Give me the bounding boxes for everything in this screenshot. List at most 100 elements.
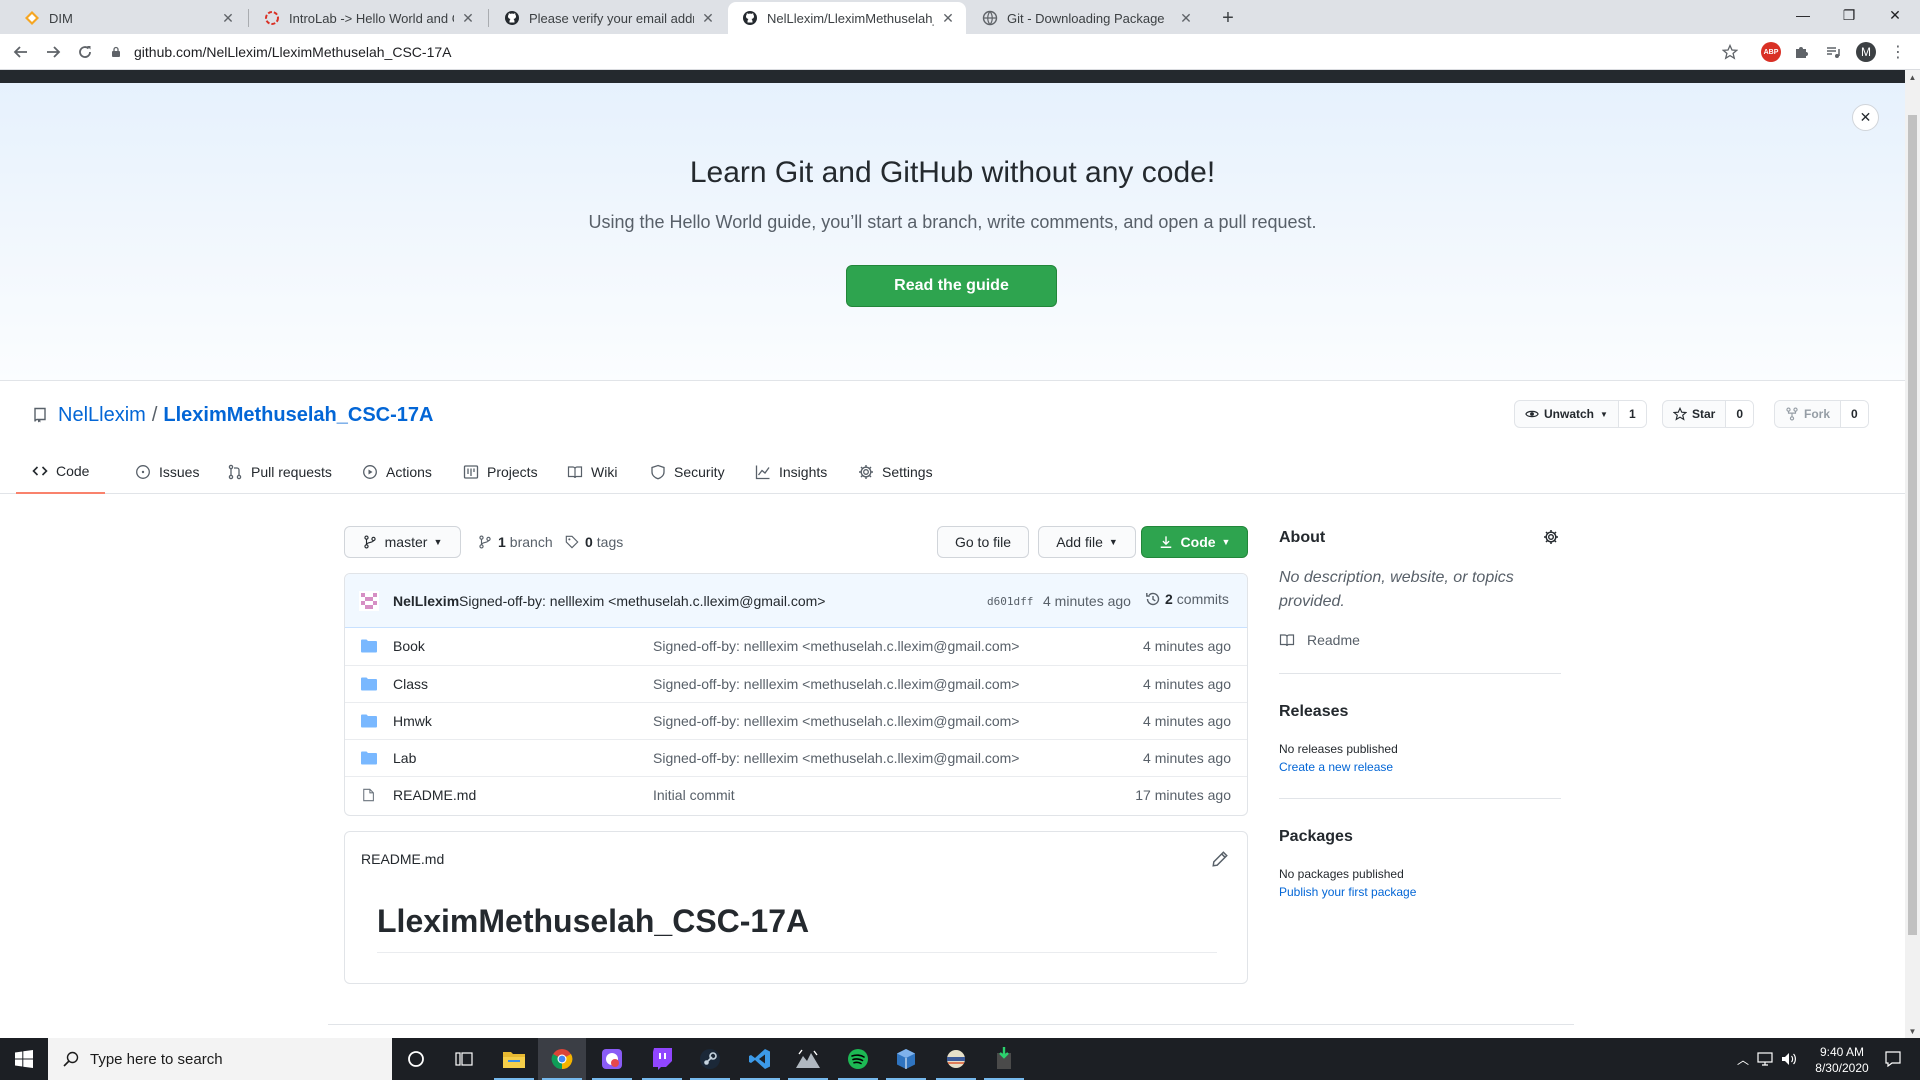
file-row[interactable]: Class Signed-off-by: nelllexim <methusel…: [345, 665, 1247, 702]
tab-pull-requests[interactable]: Pull requests: [227, 449, 332, 494]
repo-owner-link[interactable]: NelLlexim: [58, 404, 146, 427]
taskbar-app-virtualbox[interactable]: [882, 1038, 930, 1080]
pencil-icon[interactable]: [1211, 850, 1229, 868]
reload-button[interactable]: [70, 37, 100, 67]
cortana-button[interactable]: [392, 1038, 440, 1080]
browser-tab-introlab[interactable]: IntroLab -> Hello World and Git ✕: [250, 2, 486, 34]
releases-title[interactable]: Releases: [1279, 703, 1348, 721]
taskbar-app-tool[interactable]: [784, 1038, 832, 1080]
file-row[interactable]: Lab Signed-off-by: nelllexim <methuselah…: [345, 739, 1247, 776]
fork-action[interactable]: Fork: [1775, 401, 1840, 427]
forward-button[interactable]: [38, 37, 68, 67]
file-commit-message[interactable]: Signed-off-by: nelllexim <methuselah.c.l…: [653, 676, 1019, 692]
taskbar-app-chrome[interactable]: [538, 1038, 586, 1080]
taskbar-app-spotify[interactable]: [834, 1038, 882, 1080]
restore-button[interactable]: ❐: [1826, 0, 1872, 30]
star-button[interactable]: Star 0: [1662, 400, 1755, 428]
tab-projects[interactable]: Projects: [463, 449, 538, 494]
taskbar-app-installer[interactable]: [980, 1038, 1028, 1080]
file-name-link[interactable]: Hmwk: [393, 713, 432, 729]
taskbar-app-file-explorer[interactable]: [490, 1038, 538, 1080]
scroll-down-arrow-icon[interactable]: ▼: [1905, 1024, 1920, 1038]
tab-actions[interactable]: Actions: [362, 449, 432, 494]
file-commit-message[interactable]: Initial commit: [653, 787, 735, 803]
tags-link[interactable]: 0 tags: [565, 532, 623, 552]
taskbar-app-terminal[interactable]: [932, 1038, 980, 1080]
file-commit-message[interactable]: Signed-off-by: nelllexim <methuselah.c.l…: [653, 638, 1019, 654]
commits-history-link[interactable]: 2 commits: [1145, 591, 1229, 607]
fork-button[interactable]: Fork 0: [1774, 400, 1869, 428]
taskbar-app-game[interactable]: [588, 1038, 636, 1080]
watch-button[interactable]: Unwatch ▼ 1: [1514, 400, 1647, 428]
browser-tab-verify-email[interactable]: Please verify your email address ✕: [490, 2, 726, 34]
read-guide-button[interactable]: Read the guide: [846, 265, 1057, 307]
tab-security[interactable]: Security: [650, 449, 725, 494]
page-scrollbar[interactable]: ▲ ▼: [1905, 70, 1920, 1038]
commit-message-link[interactable]: Signed-off-by: nelllexim <methuselah.c.l…: [459, 593, 825, 609]
profile-avatar[interactable]: M: [1856, 42, 1876, 62]
scroll-thumb[interactable]: [1908, 115, 1917, 935]
new-tab-button[interactable]: +: [1214, 4, 1242, 32]
extensions-puzzle-icon[interactable]: [1791, 42, 1811, 62]
watch-count[interactable]: 1: [1617, 401, 1646, 427]
window-close-button[interactable]: ✕: [1872, 0, 1918, 30]
close-icon[interactable]: ✕: [700, 10, 716, 27]
file-row[interactable]: Book Signed-off-by: nelllexim <methusela…: [345, 628, 1247, 665]
tab-issues[interactable]: Issues: [135, 449, 199, 494]
star-count[interactable]: 0: [1725, 401, 1754, 427]
action-center-button[interactable]: [1878, 1038, 1908, 1080]
close-icon[interactable]: ✕: [460, 10, 476, 27]
task-view-button[interactable]: [440, 1038, 488, 1080]
publish-package-link[interactable]: Publish your first package: [1279, 885, 1416, 899]
taskbar-clock[interactable]: 9:40 AM 8/30/2020: [1806, 1044, 1878, 1076]
file-row[interactable]: Hmwk Signed-off-by: nelllexim <methusela…: [345, 702, 1247, 739]
file-name-link[interactable]: Lab: [393, 750, 416, 766]
minimize-button[interactable]: —: [1780, 0, 1826, 30]
code-download-button[interactable]: Code ▼: [1141, 526, 1248, 558]
commit-author-link[interactable]: NelLlexim: [393, 593, 459, 609]
close-icon[interactable]: ✕: [1178, 10, 1194, 27]
watch-action[interactable]: Unwatch ▼: [1515, 401, 1618, 427]
packages-title[interactable]: Packages: [1279, 828, 1353, 846]
file-row[interactable]: README.md Initial commit 17 minutes ago: [345, 776, 1247, 813]
file-name-link[interactable]: README.md: [393, 787, 476, 803]
media-control-icon[interactable]: [1823, 42, 1843, 62]
tray-network-icon[interactable]: [1754, 1038, 1776, 1080]
branch-select-button[interactable]: master ▼: [344, 526, 461, 558]
dismiss-banner-button[interactable]: ✕: [1852, 104, 1879, 131]
address-bar[interactable]: github.com/NelLlexim/LleximMethuselah_CS…: [110, 39, 1790, 65]
scroll-up-arrow-icon[interactable]: ▲: [1905, 70, 1920, 84]
create-release-link[interactable]: Create a new release: [1279, 760, 1393, 774]
browser-tab-dim[interactable]: DIM ✕: [10, 2, 246, 34]
browser-menu-icon[interactable]: ⋮: [1888, 42, 1908, 62]
readme-link[interactable]: Readme: [1279, 632, 1360, 648]
branches-link[interactable]: 1 branch: [478, 532, 553, 552]
tab-code[interactable]: Code: [16, 449, 106, 494]
taskbar-app-visual-studio[interactable]: [736, 1038, 784, 1080]
user-avatar[interactable]: [359, 591, 379, 611]
close-icon[interactable]: ✕: [220, 10, 236, 27]
tab-wiki[interactable]: Wiki: [567, 449, 617, 494]
taskbar-app-steam[interactable]: [686, 1038, 734, 1080]
taskbar-search-box[interactable]: Type here to search: [48, 1038, 392, 1080]
browser-tab-git-download[interactable]: Git - Downloading Package ✕: [968, 2, 1204, 34]
tray-chevron-up-icon[interactable]: ︿: [1734, 1038, 1752, 1080]
tab-settings[interactable]: Settings: [858, 449, 933, 494]
star-action[interactable]: Star: [1663, 401, 1725, 427]
repo-name-link[interactable]: LleximMethuselah_CSC-17A: [163, 404, 433, 427]
file-name-link[interactable]: Class: [393, 676, 428, 692]
gear-icon[interactable]: [1543, 529, 1559, 545]
fork-count[interactable]: 0: [1840, 401, 1868, 427]
browser-tab-repo-active[interactable]: NelLlexim/LleximMethuselah_CSC ✕: [728, 2, 966, 34]
tab-insights[interactable]: Insights: [755, 449, 827, 494]
add-file-button[interactable]: Add file ▼: [1038, 526, 1136, 558]
taskbar-app-twitch[interactable]: [638, 1038, 686, 1080]
go-to-file-button[interactable]: Go to file: [937, 526, 1029, 558]
back-button[interactable]: [6, 37, 36, 67]
bookmark-star-icon[interactable]: [1720, 42, 1740, 62]
commit-sha-link[interactable]: d601dff: [987, 595, 1033, 608]
file-name-link[interactable]: Book: [393, 638, 425, 654]
file-commit-message[interactable]: Signed-off-by: nelllexim <methuselah.c.l…: [653, 750, 1019, 766]
tray-volume-icon[interactable]: [1778, 1038, 1800, 1080]
start-button[interactable]: [0, 1038, 48, 1080]
